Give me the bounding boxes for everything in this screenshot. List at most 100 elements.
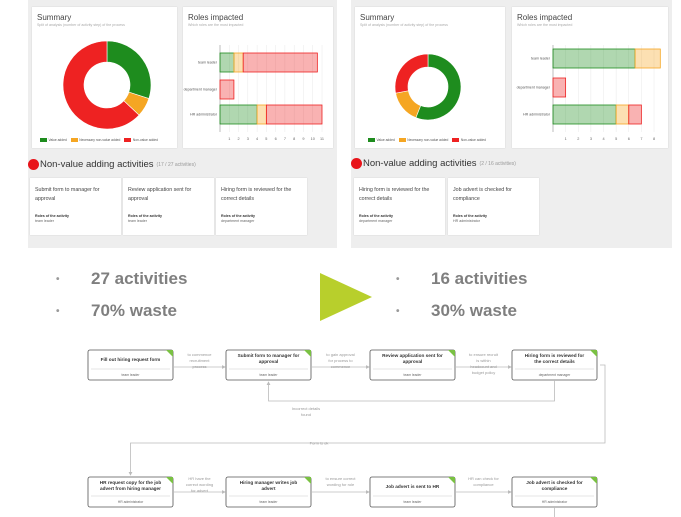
step-title: approval <box>259 359 279 364</box>
roles-card: Roles impacted Which roles are the most … <box>512 7 668 148</box>
activity-roles-label: Roles of the activity <box>359 214 393 218</box>
role-label: HR administrator <box>523 113 551 117</box>
activity-role: department manager <box>359 219 393 223</box>
link-label: is within <box>476 358 490 363</box>
process-step[interactable]: Review application sent forapproval team … <box>369 349 456 381</box>
bar-necessary-nva <box>634 48 661 69</box>
activity-roles-label: Roles of the activity <box>453 214 487 218</box>
bar-value-added <box>219 104 258 125</box>
process-step[interactable]: HR request copy for the jobadvert from h… <box>87 476 174 508</box>
link-label: to ensure recruit <box>469 352 499 357</box>
bullet: • <box>396 273 400 285</box>
x-tick-label: 8 <box>653 137 655 141</box>
bar-value-added <box>552 104 617 125</box>
step-title: HR request copy for the job <box>100 480 162 485</box>
process-step[interactable]: Fill out hiring request form team leader <box>87 349 174 381</box>
activity-title: Submit form to manager for approval <box>35 187 100 202</box>
legend-necessary-nva: Necessary non-value added <box>79 138 121 142</box>
summary-card: Summary Split of analysis (number of act… <box>32 7 177 148</box>
activity-roles-label: Roles of the activity <box>221 214 255 218</box>
after-activity-count: 16 activities <box>431 269 528 288</box>
x-tick-label: 4 <box>256 137 258 141</box>
link-label: to ensure correct <box>325 476 356 481</box>
x-tick-label: 1 <box>228 137 230 141</box>
bar-non-value-added <box>552 77 567 98</box>
x-tick-label: 5 <box>265 137 267 141</box>
link-label: recruitment <box>189 358 210 363</box>
nva-heading: Non-value adding activities (2 / 16 acti… <box>351 158 516 169</box>
x-tick-label: 6 <box>275 137 277 141</box>
red-dot-icon <box>351 158 362 169</box>
activity-card[interactable]: Review application sent for approval Rol… <box>123 178 214 235</box>
link-label: found <box>301 412 311 417</box>
activity-role: department manager <box>221 219 255 223</box>
link-label: Form is ok <box>310 441 329 446</box>
legend-value-added: Value added <box>376 138 395 142</box>
bar-non-value-added <box>265 104 323 125</box>
step-title: Hiring manager writes job <box>240 480 298 485</box>
step-role: department manager <box>539 373 571 377</box>
roles-bar-chart: team leader department manager HR administ… <box>184 45 324 141</box>
link-label: correct wording <box>186 482 213 487</box>
bar-necessary-nva <box>615 104 630 125</box>
bullet: • <box>396 305 400 317</box>
activity-card[interactable]: Job advert is checked for compliance Rol… <box>448 178 539 235</box>
process-step[interactable]: Job advert is sent to HR team leader <box>369 476 456 508</box>
legend-non-value-added: Non-value added <box>460 138 486 142</box>
link-label: Incorrect details <box>292 406 320 411</box>
activity-card[interactable]: Hiring form is reviewed for the correct … <box>216 178 307 235</box>
process-flow-diagram: Fill out hiring request form team leader S… <box>81 335 607 517</box>
link-label: HR can check for <box>468 476 499 481</box>
legend-non-value-added: Non-value added <box>132 138 158 142</box>
roles-bar-chart: team leader department manager HR administ… <box>517 45 661 141</box>
ok-connector <box>128 364 606 476</box>
summary-legend: Value added Necessary non-value added No… <box>368 138 486 142</box>
role-label: team leader <box>531 57 551 61</box>
donut-chart <box>394 53 462 121</box>
bar-necessary-nva <box>233 52 244 73</box>
step-role: team leader <box>404 373 423 377</box>
activity-card[interactable]: Hiring form is reviewed for the correct … <box>354 178 445 235</box>
roles-card: Roles impacted Which roles are the most … <box>183 7 333 148</box>
process-step[interactable]: Hiring form is reviewed forthe correct d… <box>511 349 598 381</box>
after-dashboard: Summary Split of analysis (number of act… <box>351 0 672 248</box>
process-step[interactable]: Job advert is checked forcompliance HR ad… <box>511 476 598 508</box>
x-tick-label: 2 <box>237 137 239 141</box>
nva-heading: Non-value adding activities (17 / 27 act… <box>28 159 196 170</box>
step-role: team leader <box>122 373 141 377</box>
activity-title: Hiring form is reviewed for the correct … <box>359 187 430 202</box>
step-title: Submit form to manager for <box>238 353 300 358</box>
step-title: Review application sent for <box>382 353 443 358</box>
x-tick-label: 2 <box>577 137 579 141</box>
activity-roles-label: Roles of the activity <box>128 214 162 218</box>
activity-role: HR administrator <box>453 219 480 223</box>
link-label: wording for role <box>327 482 355 487</box>
arrow-right-icon <box>320 273 372 321</box>
role-label: team leader <box>198 61 218 65</box>
link-label: compliance <box>473 482 494 487</box>
nva-title: Non-value adding activities <box>40 159 154 170</box>
before-stats: • 27 activities • 70% waste <box>53 263 187 327</box>
donut-chart <box>62 40 152 130</box>
step-title: compliance <box>542 486 568 491</box>
process-step[interactable]: Submit form to manager forapproval team l… <box>225 349 312 381</box>
bullet: • <box>56 273 60 285</box>
activity-card[interactable]: Submit form to manager for approval Role… <box>30 178 121 235</box>
link-label: HR have the <box>188 476 211 481</box>
donut-slice-necessary-nva <box>395 90 422 119</box>
bar-non-value-added <box>219 79 235 100</box>
step-title: advert <box>261 486 276 491</box>
loop-connector <box>266 380 555 402</box>
after-waste: 30% waste <box>431 301 517 320</box>
process-step[interactable]: Hiring manager writes jobadvert team lead… <box>225 476 312 508</box>
step-role: HR administrator <box>118 500 144 504</box>
step-role: team leader <box>404 500 423 504</box>
x-tick-label: 3 <box>590 137 592 141</box>
bar-non-value-added <box>242 52 318 73</box>
link-label: for process to <box>328 358 353 363</box>
x-tick-label: 11 <box>320 137 324 141</box>
x-tick-label: 1 <box>565 137 567 141</box>
step-title: advert from hiring manager <box>100 486 161 491</box>
x-tick-label: 7 <box>640 137 642 141</box>
legend-necessary-nva: Necessary non-value added <box>407 138 449 142</box>
